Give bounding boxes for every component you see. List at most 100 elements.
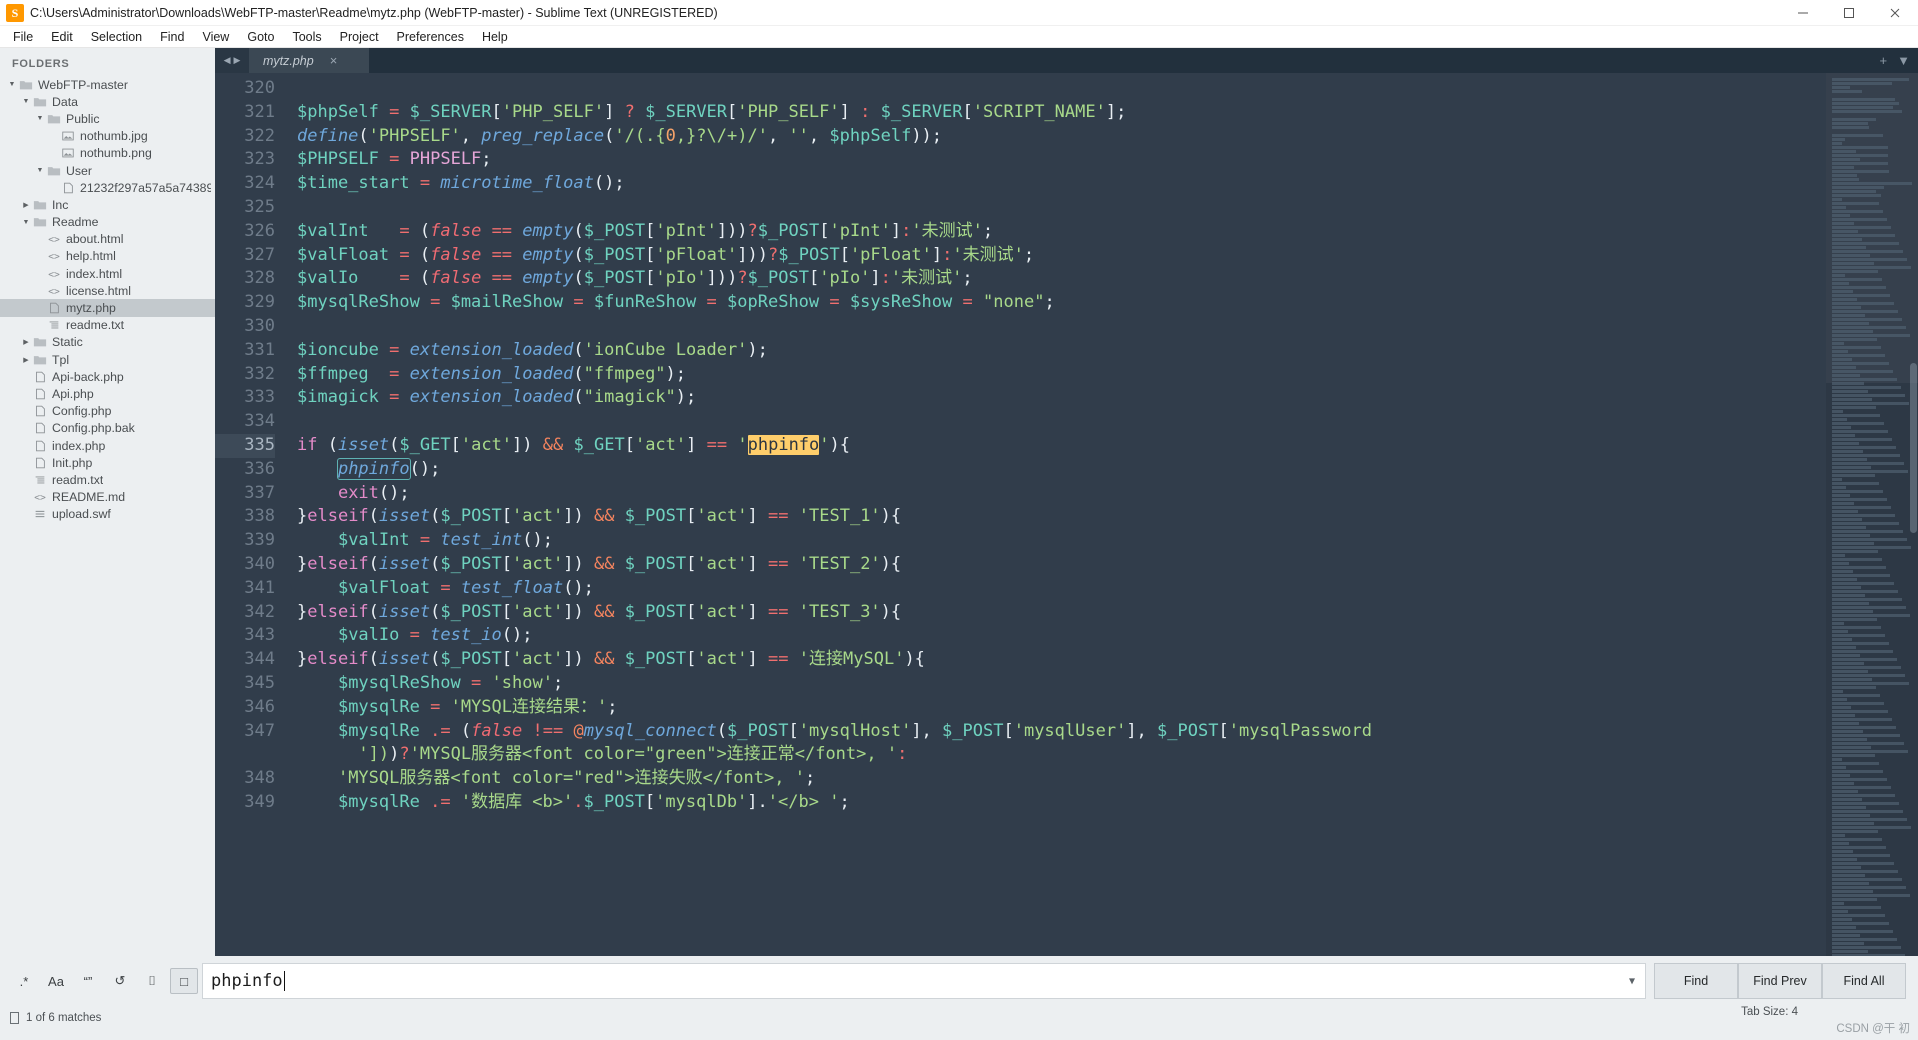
code-line[interactable]: phpinfo(); bbox=[297, 457, 1826, 482]
search-input[interactable]: phpinfo ▼ bbox=[202, 963, 1646, 999]
tree-item-index-php[interactable]: ▶index.php bbox=[0, 437, 215, 454]
menu-tools[interactable]: Tools bbox=[283, 28, 330, 46]
code-line[interactable] bbox=[297, 196, 1826, 220]
code-line[interactable]: define('PHPSELF', preg_replace('/(.{0,}?… bbox=[297, 125, 1826, 149]
tab-size-status[interactable]: Tab Size: 4 bbox=[1741, 1006, 1798, 1018]
regex-toggle[interactable]: .* bbox=[10, 968, 38, 994]
minimap[interactable] bbox=[1826, 73, 1918, 956]
code-line[interactable]: exit(); bbox=[297, 482, 1826, 506]
tree-item-readm-txt[interactable]: ▶readm.txt bbox=[0, 471, 215, 488]
tree-item-user[interactable]: ▼ User bbox=[0, 162, 215, 179]
code-line[interactable]: $PHPSELF = PHPSELF; bbox=[297, 148, 1826, 172]
tree-item-help-html[interactable]: ▶<>help.html bbox=[0, 248, 215, 265]
close-button[interactable] bbox=[1872, 0, 1918, 26]
sidebar-file-tree[interactable]: FOLDERS ▼WebFTP-master▼Data▼Public▶nothu… bbox=[0, 48, 215, 956]
tree-item-config-php[interactable]: ▶Config.php bbox=[0, 403, 215, 420]
vertical-scrollbar[interactable] bbox=[1908, 73, 1918, 956]
tab-navigation[interactable]: ◀ ▶ bbox=[215, 48, 249, 73]
new-tab-icon[interactable]: + bbox=[1880, 53, 1888, 68]
find-button[interactable]: Find bbox=[1654, 963, 1738, 999]
whole-word-toggle[interactable]: “” bbox=[74, 968, 102, 994]
chevron-right-icon[interactable]: ▶ bbox=[20, 356, 32, 364]
tree-item-about-html[interactable]: ▶<>about.html bbox=[0, 231, 215, 248]
in-selection-toggle[interactable]: ⌷ bbox=[138, 968, 166, 994]
tab-next-icon[interactable]: ▶ bbox=[234, 55, 241, 66]
menu-view[interactable]: View bbox=[193, 28, 238, 46]
tree-item-mytz-php[interactable]: ▶mytz.php bbox=[0, 299, 215, 317]
tree-item-readme-md[interactable]: ▶<>README.md bbox=[0, 489, 215, 506]
scrollbar-thumb[interactable] bbox=[1910, 363, 1917, 533]
tree-item-data[interactable]: ▼ Data bbox=[0, 93, 215, 110]
menu-file[interactable]: File bbox=[4, 28, 42, 46]
tree-item-21232f297a57a5a743894a0e4a80[interactable]: ▶21232f297a57a5a743894a0e4a80 bbox=[0, 179, 215, 196]
tree-item-readme[interactable]: ▼ Readme bbox=[0, 214, 215, 231]
tree-item-readme-txt[interactable]: ▶readme.txt bbox=[0, 317, 215, 334]
tree-item-init-php[interactable]: ▶Init.php bbox=[0, 454, 215, 471]
menu-preferences[interactable]: Preferences bbox=[388, 28, 473, 46]
code-line[interactable]: $imagick = extension_loaded("imagick"); bbox=[297, 386, 1826, 410]
menu-help[interactable]: Help bbox=[473, 28, 517, 46]
highlight-results-toggle[interactable]: □ bbox=[170, 968, 198, 994]
folder-tree[interactable]: ▼WebFTP-master▼Data▼Public▶nothumb.jpg▶n… bbox=[0, 76, 215, 523]
code-line[interactable]: $valFloat = test_float(); bbox=[297, 577, 1826, 601]
code-line[interactable]: $time_start = microtime_float(); bbox=[297, 172, 1826, 196]
chevron-down-icon[interactable]: ▼ bbox=[34, 115, 46, 122]
code-line[interactable] bbox=[297, 77, 1826, 101]
menu-selection[interactable]: Selection bbox=[82, 28, 151, 46]
code-line[interactable]: $valFloat = (false == empty($_POST['pFlo… bbox=[297, 244, 1826, 268]
code-line[interactable] bbox=[297, 410, 1826, 434]
menu-edit[interactable]: Edit bbox=[42, 28, 82, 46]
code-line[interactable]: if (isset($_GET['act']) && $_GET['act'] … bbox=[297, 434, 1826, 458]
chevron-down-icon[interactable]: ▼ bbox=[20, 98, 32, 105]
tab-close-icon[interactable]: × bbox=[330, 53, 338, 68]
code-line[interactable] bbox=[297, 315, 1826, 339]
code-line[interactable]: $mysqlReShow = 'show'; bbox=[297, 672, 1826, 696]
tree-item-nothumb-jpg[interactable]: ▶nothumb.jpg bbox=[0, 128, 215, 145]
code-line[interactable]: $valIo = test_io(); bbox=[297, 624, 1826, 648]
code-line[interactable]: }elseif(isset($_POST['act']) && $_POST['… bbox=[297, 601, 1826, 625]
find-prev-button[interactable]: Find Prev bbox=[1738, 963, 1822, 999]
tree-item-webftp-master[interactable]: ▼ WebFTP-master bbox=[0, 76, 215, 93]
menu-project[interactable]: Project bbox=[331, 28, 388, 46]
menu-find[interactable]: Find bbox=[151, 28, 193, 46]
case-sensitive-toggle[interactable]: Aa bbox=[42, 968, 70, 994]
chevron-down-icon[interactable]: ▼ bbox=[20, 219, 32, 226]
tree-item-config-php-bak[interactable]: ▶Config.php.bak bbox=[0, 420, 215, 437]
maximize-button[interactable] bbox=[1826, 0, 1872, 26]
code-line[interactable]: }elseif(isset($_POST['act']) && $_POST['… bbox=[297, 553, 1826, 577]
tree-item-public[interactable]: ▼ Public bbox=[0, 110, 215, 127]
tree-item-upload-swf[interactable]: ▶upload.swf bbox=[0, 506, 215, 523]
code-line[interactable]: $valInt = test_int(); bbox=[297, 529, 1826, 553]
code-line[interactable]: $ioncube = extension_loaded('ionCube Loa… bbox=[297, 339, 1826, 363]
code-content[interactable]: $phpSelf = $_SERVER['PHP_SELF'] ? $_SERV… bbox=[287, 73, 1826, 956]
code-line[interactable]: $mysqlRe .= (false !== @mysql_connect($_… bbox=[297, 720, 1826, 744]
code-line[interactable]: }elseif(isset($_POST['act']) && $_POST['… bbox=[297, 505, 1826, 529]
tree-item-static[interactable]: ▶ Static bbox=[0, 334, 215, 351]
code-line[interactable]: $valInt = (false == empty($_POST['pInt']… bbox=[297, 220, 1826, 244]
find-all-button[interactable]: Find All bbox=[1822, 963, 1906, 999]
tree-item-api-php[interactable]: ▶Api.php bbox=[0, 385, 215, 402]
code-line[interactable]: $phpSelf = $_SERVER['PHP_SELF'] ? $_SERV… bbox=[297, 101, 1826, 125]
code-line[interactable]: 'MYSQL服务器<font color="red">连接失败</font>, … bbox=[297, 767, 1826, 791]
chevron-right-icon[interactable]: ▶ bbox=[20, 338, 32, 346]
tree-item-nothumb-png[interactable]: ▶nothumb.png bbox=[0, 145, 215, 162]
code-line[interactable]: $ffmpeg = extension_loaded("ffmpeg"); bbox=[297, 363, 1826, 387]
tree-item-inc[interactable]: ▶ Inc bbox=[0, 196, 215, 213]
tree-item-api-back-php[interactable]: ▶Api-back.php bbox=[0, 368, 215, 385]
code-scroll-area[interactable]: 320 321 322 323 324 325 326 327 328 329 330 331 332 3… bbox=[215, 73, 1826, 956]
menu-goto[interactable]: Goto bbox=[238, 28, 283, 46]
wrap-toggle[interactable]: ↺ bbox=[106, 968, 134, 994]
tab-mytz-php[interactable]: mytz.php × bbox=[249, 48, 369, 73]
minimize-button[interactable] bbox=[1780, 0, 1826, 26]
tab-overflow-icon[interactable]: ▼ bbox=[1897, 53, 1910, 68]
chevron-down-icon[interactable]: ▼ bbox=[6, 81, 18, 88]
code-line[interactable]: $valIo = (false == empty($_POST['pIo']))… bbox=[297, 267, 1826, 291]
tree-item-tpl[interactable]: ▶ Tpl bbox=[0, 351, 215, 368]
code-line[interactable]: $mysqlRe = 'MYSQL连接结果：'; bbox=[297, 696, 1826, 720]
chevron-right-icon[interactable]: ▶ bbox=[20, 201, 32, 209]
code-line[interactable]: $mysqlRe .= '数据库 <b>'.$_POST['mysqlDb'].… bbox=[297, 791, 1826, 815]
search-history-dropdown-icon[interactable]: ▼ bbox=[1629, 976, 1635, 987]
tree-item-index-html[interactable]: ▶<>index.html bbox=[0, 265, 215, 282]
tab-prev-icon[interactable]: ◀ bbox=[224, 55, 231, 66]
code-line[interactable]: ']))?'MYSQL服务器<font color="green">连接正常</… bbox=[297, 743, 1826, 767]
